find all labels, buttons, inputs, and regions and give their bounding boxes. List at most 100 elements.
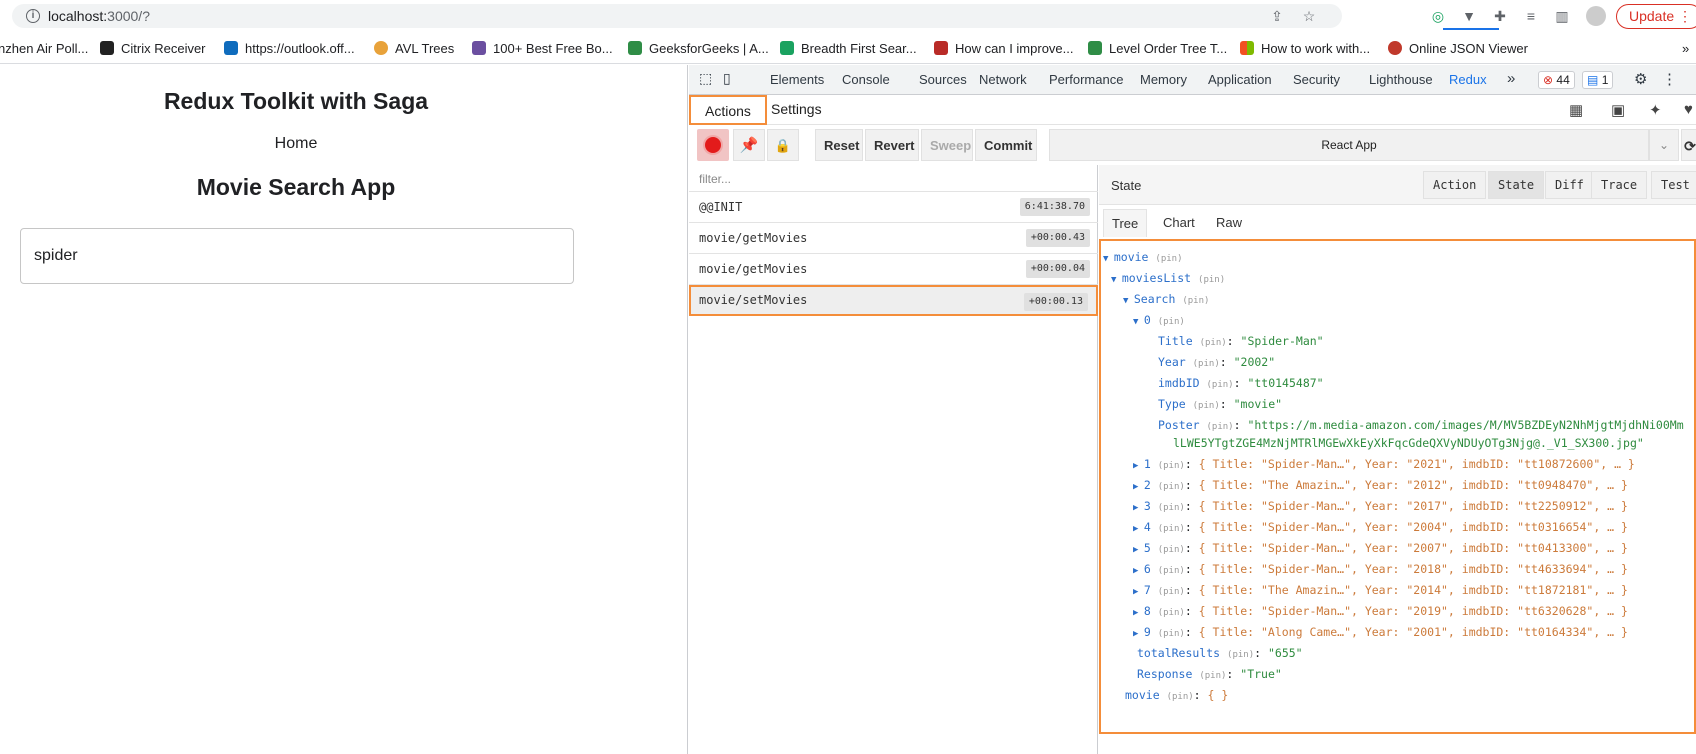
sync-icon[interactable]: ⟳ — [1681, 129, 1696, 161]
tree-node[interactable]: ▶ 1 (pin): { Title: "Spider-Man…", Year:… — [1133, 455, 1635, 473]
chevron-down-icon[interactable]: ⌄ — [1649, 129, 1679, 161]
sweep-button[interactable]: Sweep — [921, 129, 973, 161]
tab-lighthouse[interactable]: Lighthouse — [1369, 72, 1433, 87]
media-queue-icon[interactable]: ≡ — [1523, 8, 1539, 24]
action-row[interactable]: movie/getMovies +00:00.43 — [689, 223, 1098, 254]
bookmark-item[interactable]: Online JSON Viewer — [1388, 40, 1528, 58]
action-row[interactable]: @@INIT 6:41:38.70 — [689, 192, 1098, 223]
tab-state[interactable]: State — [1488, 171, 1545, 199]
profile-avatar[interactable] — [1586, 6, 1606, 26]
tree-leaf: imdbID (pin): "tt0145487" — [1158, 376, 1324, 390]
share-icon[interactable]: ⇪ — [1269, 8, 1285, 24]
message-counter-badge[interactable]: ▤ 1 — [1582, 71, 1614, 89]
reset-button[interactable]: Reset — [815, 129, 863, 161]
tree-node[interactable]: ▼ 0 (pin) — [1133, 311, 1185, 329]
tab-security[interactable]: Security — [1293, 72, 1340, 87]
quora-icon — [934, 41, 948, 55]
action-type: movie/getMovies — [699, 262, 808, 276]
tree-leaf-continuation: lLWE5YTgtZGE4MzNjMTRlMGEwXkEyXkFqcGdeQXV… — [1173, 436, 1644, 450]
tree-node[interactable]: ▼ movie (pin) — [1103, 248, 1183, 266]
tab-action[interactable]: Action — [1423, 171, 1487, 199]
address-bar[interactable]: i localhost:3000/? ⇪ ☆ — [12, 4, 1342, 28]
bookmark-item[interactable]: How to work with... — [1240, 40, 1370, 58]
tree-node[interactable]: ▶ 6 (pin): { Title: "Spider-Man…", Year:… — [1133, 560, 1628, 578]
tree-node[interactable]: ▶ 3 (pin): { Title: "Spider-Man…", Year:… — [1133, 497, 1628, 515]
heart-icon[interactable]: ♥ — [1684, 101, 1693, 119]
tab-raw[interactable]: Raw — [1208, 209, 1250, 237]
citrix-icon — [100, 41, 114, 55]
tab-tree[interactable]: Tree — [1103, 209, 1148, 237]
tab-actions[interactable]: Actions — [689, 95, 767, 125]
collapsed-arrow-icon: ▶ — [1133, 566, 1144, 576]
pin-icon[interactable]: 📌 — [733, 129, 765, 161]
extension-grammarly-icon[interactable]: ◎ — [1430, 8, 1446, 24]
more-options-icon[interactable]: ⋮ — [1662, 70, 1677, 88]
bookmark-item[interactable]: 100+ Best Free Bo... — [472, 40, 613, 58]
collapsed-arrow-icon: ▶ — [1133, 545, 1144, 555]
error-counter-badge[interactable]: ⊗ 44 — [1538, 71, 1575, 89]
revert-button[interactable]: Revert — [865, 129, 919, 161]
record-button[interactable] — [697, 129, 729, 161]
tree-node[interactable]: ▶ 5 (pin): { Title: "Spider-Man…", Year:… — [1133, 539, 1628, 557]
url-text[interactable]: localhost:3000/? — [48, 8, 150, 24]
update-button[interactable]: Update ⋮ — [1616, 4, 1696, 29]
bookmark-item[interactable]: GeeksforGeeks | A... — [628, 40, 769, 58]
tab-elements[interactable]: Elements — [770, 72, 824, 87]
devtools-tab-strip: ⬚ ▯ Elements Console Sources Network Per… — [689, 65, 1696, 95]
bookmark-item[interactable]: Citrix Receiver — [100, 40, 206, 58]
tree-node[interactable]: ▶ 8 (pin): { Title: "Spider-Man…", Year:… — [1133, 602, 1628, 620]
json-viewer-icon — [1388, 41, 1402, 55]
bookmark-star-icon[interactable]: ☆ — [1301, 8, 1317, 24]
tab-diff[interactable]: Diff — [1545, 171, 1594, 199]
tab-settings[interactable]: Settings — [757, 95, 836, 125]
home-link[interactable]: Home — [0, 135, 592, 153]
bookmark-item[interactable]: How can I improve... — [934, 40, 1074, 58]
tree-node[interactable]: ▶ 4 (pin): { Title: "Spider-Man…", Year:… — [1133, 518, 1628, 536]
bookmark-item[interactable]: Level Order Tree T... — [1088, 40, 1227, 58]
error-icon: ⊗ — [1543, 73, 1554, 87]
tab-network[interactable]: Network — [979, 72, 1027, 87]
inspect-element-icon[interactable]: ⬚ — [699, 70, 712, 87]
page-subtitle: Movie Search App — [196, 174, 396, 200]
bookmarks-overflow-icon[interactable]: » — [1682, 40, 1689, 58]
site-info-icon[interactable]: i — [26, 9, 40, 23]
inspector-layout-icon[interactable]: ▦ — [1569, 101, 1583, 119]
tab-chart[interactable]: Chart — [1155, 209, 1203, 237]
tree-node[interactable]: ▶ 7 (pin): { Title: "The Amazin…", Year:… — [1133, 581, 1628, 599]
tab-memory[interactable]: Memory — [1140, 72, 1187, 87]
side-panel-icon[interactable]: ▥ — [1554, 8, 1570, 24]
settings-gear-icon[interactable]: ⚙ — [1634, 70, 1647, 88]
tab-console[interactable]: Console — [842, 72, 890, 87]
collapsed-arrow-icon: ▶ — [1133, 461, 1144, 471]
tab-sources[interactable]: Sources — [919, 72, 967, 87]
tree-node[interactable]: ▼ Search (pin) — [1123, 290, 1209, 308]
action-row-selected[interactable]: movie/setMovies +00:00.13 — [689, 285, 1098, 316]
extensions-puzzle-icon[interactable]: ✚ — [1492, 8, 1508, 24]
tab-test[interactable]: Test — [1651, 171, 1696, 199]
feedback-chat-icon[interactable]: ▣ — [1611, 101, 1625, 119]
device-toolbar-icon[interactable]: ▯ — [723, 70, 731, 87]
tab-application[interactable]: Application — [1208, 72, 1272, 87]
action-type: @@INIT — [699, 200, 743, 214]
lock-icon[interactable]: 🔒 — [767, 129, 799, 161]
tree-leaf[interactable]: movie (pin): { } — [1125, 686, 1228, 704]
action-row[interactable]: movie/getMovies +00:00.04 — [689, 254, 1098, 285]
bookmark-item[interactable]: nzhen Air Poll... — [0, 40, 88, 58]
twitter-icon[interactable]: ✦ — [1649, 101, 1662, 119]
tree-node[interactable]: ▼ moviesList (pin) — [1111, 269, 1225, 287]
tab-trace[interactable]: Trace — [1591, 171, 1648, 199]
instance-selector[interactable]: React App — [1049, 129, 1649, 161]
tree-node[interactable]: ▶ 9 (pin): { Title: "Along Came…", Year:… — [1133, 623, 1628, 641]
filter-input[interactable]: filter... — [689, 165, 1098, 192]
bookmark-item[interactable]: https://outlook.off... — [224, 40, 355, 58]
tree-node[interactable]: ▶ 2 (pin): { Title: "The Amazin…", Year:… — [1133, 476, 1628, 494]
commit-button[interactable]: Commit — [975, 129, 1037, 161]
view-tabs: Tree Chart Raw — [1099, 209, 1696, 237]
bookmark-item[interactable]: Breadth First Sear... — [780, 40, 917, 58]
movie-search-input[interactable] — [20, 228, 574, 284]
tab-performance[interactable]: Performance — [1049, 72, 1123, 87]
extension-v-icon[interactable]: ▼ — [1461, 8, 1477, 24]
tab-redux[interactable]: Redux — [1449, 72, 1487, 87]
more-tabs-icon[interactable]: » — [1507, 70, 1515, 87]
bookmark-item[interactable]: AVL Trees — [374, 40, 454, 58]
